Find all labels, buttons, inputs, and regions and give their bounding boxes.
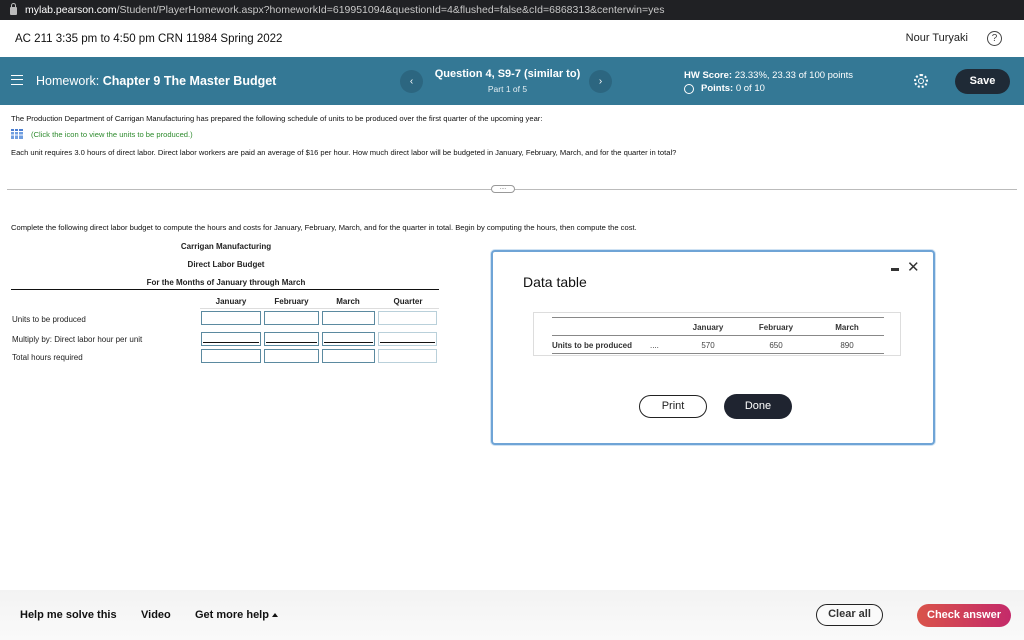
- homework-prefix: Homework:: [36, 74, 100, 88]
- homework-bar: Homework: Chapter 9 The Master Budget ‹ …: [0, 57, 1024, 105]
- caret-up-icon: [271, 613, 278, 618]
- video-link[interactable]: Video: [141, 609, 171, 621]
- data-table-modal: Data table ✕ January February March Unit…: [491, 250, 935, 445]
- input-total-hours-february[interactable]: [264, 349, 319, 363]
- save-button[interactable]: Save: [955, 69, 1010, 94]
- row-label-total-hours: Total hours required: [12, 353, 83, 362]
- points-value: 0 of 10: [735, 83, 765, 94]
- points: Points: 0 of 10: [684, 83, 765, 94]
- question-part: Part 1 of 5: [487, 84, 528, 94]
- previous-question-button[interactable]: ‹: [400, 70, 423, 93]
- divider-handle[interactable]: ....: [491, 185, 515, 193]
- course-bar: AC 211 3:35 pm to 4:50 pm CRN 11984 Spri…: [0, 20, 1024, 57]
- minimize-icon[interactable]: [891, 268, 899, 271]
- data-col-march: March: [835, 323, 859, 332]
- instruction-text: Complete the following direct labor budg…: [11, 223, 637, 232]
- modal-title: Data table: [523, 274, 587, 290]
- hw-score: HW Score: 23.33%, 23.33 of 100 points: [684, 70, 853, 81]
- table-grid-icon[interactable]: [11, 129, 23, 139]
- budget-title: Direct Labor Budget: [187, 260, 265, 269]
- input-units-march[interactable]: [322, 311, 375, 325]
- col-header-january: January: [215, 297, 247, 306]
- data-col-february: February: [758, 323, 794, 332]
- column-header-rule: [200, 308, 439, 309]
- col-header-february: February: [274, 297, 309, 306]
- input-units-february[interactable]: [264, 311, 319, 325]
- budget-period: For the Months of January through March: [146, 278, 306, 287]
- input-units-january[interactable]: [201, 311, 261, 325]
- get-more-help-link[interactable]: Get more help: [195, 609, 278, 621]
- data-value-march: 890: [840, 341, 854, 350]
- data-table: January February March Units to be produ…: [533, 312, 901, 356]
- user-name[interactable]: Nour Turyaki: [906, 32, 968, 44]
- col-header-quarter: Quarter: [393, 297, 423, 306]
- col-header-march: March: [336, 297, 360, 306]
- data-table-bottom-rule: [552, 353, 884, 354]
- course-title: AC 211 3:35 pm to 4:50 pm CRN 11984 Spri…: [15, 32, 283, 45]
- input-hours-per-unit-quarter[interactable]: [378, 332, 437, 346]
- question-details: Each unit requires 3.0 hours of direct l…: [11, 148, 677, 157]
- question-title: Question 4, S9-7 (similar to): [434, 68, 581, 80]
- question-intro: The Production Department of Carrigan Ma…: [11, 114, 543, 123]
- next-question-button[interactable]: ›: [589, 70, 612, 93]
- points-label: Points:: [701, 83, 734, 94]
- check-answer-button[interactable]: Check answer: [917, 604, 1011, 627]
- url-host: mylab.pearson.com: [25, 4, 117, 16]
- homework-name: Chapter 9 The Master Budget: [102, 74, 277, 88]
- done-button[interactable]: Done: [724, 394, 792, 419]
- hw-score-label: HW Score:: [684, 70, 733, 81]
- data-value-february: 650: [769, 341, 783, 350]
- input-units-quarter[interactable]: [378, 311, 437, 325]
- footer-bar: Help me solve this Video Get more help C…: [0, 590, 1024, 640]
- data-row-label: Units to be produced: [552, 341, 632, 350]
- data-row-dots: ....: [650, 341, 659, 350]
- data-table-top-rule: [552, 317, 884, 318]
- input-total-hours-quarter[interactable]: [378, 349, 437, 363]
- lock-icon: [10, 3, 17, 15]
- hw-score-value: 23.33%, 23.33 of 100 points: [734, 70, 854, 81]
- row-label-units: Units to be produced: [12, 315, 86, 324]
- budget-company: Carrigan Manufacturing: [180, 242, 272, 251]
- input-hours-per-unit-february[interactable]: [264, 332, 319, 346]
- data-col-january: January: [692, 323, 724, 332]
- browser-url-bar[interactable]: mylab.pearson.com/Student/PlayerHomework…: [0, 0, 1024, 20]
- hint-text: (Click the icon to view the units to be …: [31, 129, 193, 139]
- hamburger-menu-icon[interactable]: [11, 75, 23, 85]
- clear-all-button[interactable]: Clear all: [816, 604, 883, 626]
- help-icon[interactable]: ?: [987, 31, 1002, 46]
- row-label-hours-per-unit: Multiply by: Direct labor hour per unit: [12, 335, 143, 344]
- url-path: /Student/PlayerHomework.aspx?homeworkId=…: [116, 4, 665, 16]
- budget-header-rule: [11, 289, 439, 290]
- homework-title: Homework: Chapter 9 The Master Budget: [36, 74, 276, 88]
- close-icon[interactable]: ✕: [907, 258, 920, 276]
- settings-gear-icon[interactable]: [914, 74, 928, 88]
- help-me-solve-this-link[interactable]: Help me solve this: [20, 609, 117, 621]
- input-hours-per-unit-january[interactable]: [201, 332, 261, 346]
- print-button[interactable]: Print: [639, 395, 707, 418]
- input-total-hours-january[interactable]: [201, 349, 261, 363]
- data-table-link[interactable]: (Click the icon to view the units to be …: [11, 129, 193, 139]
- input-total-hours-march[interactable]: [322, 349, 375, 363]
- input-hours-per-unit-march[interactable]: [322, 332, 375, 346]
- data-table-header-rule: [552, 335, 884, 336]
- points-status-icon: [684, 83, 694, 94]
- get-more-help-label: Get more help: [195, 609, 269, 621]
- data-value-january: 570: [701, 341, 715, 350]
